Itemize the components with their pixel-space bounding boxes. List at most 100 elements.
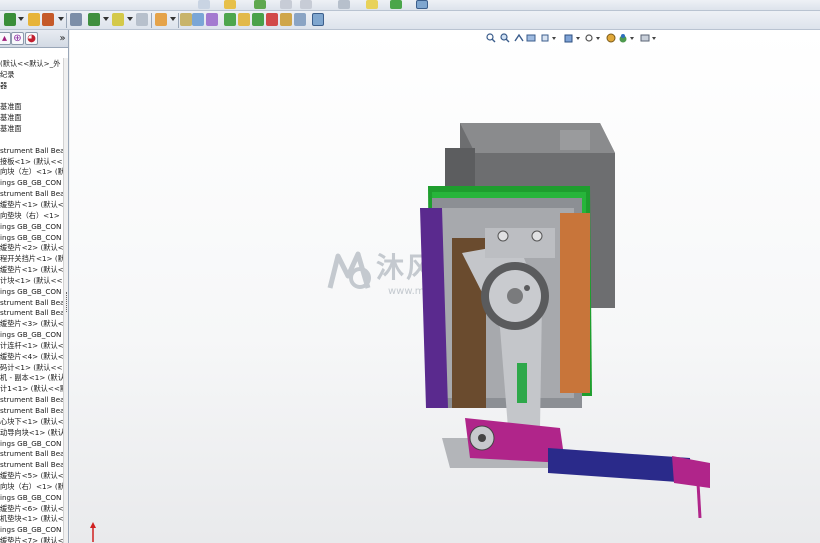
tree-item[interactable]: ings GB_GB_CON bbox=[0, 233, 64, 244]
tree-item[interactable]: 计1<1> (默认<<默 bbox=[0, 384, 64, 395]
exploded-view-icon[interactable] bbox=[252, 13, 264, 26]
toolbar-button-icon[interactable] bbox=[224, 0, 236, 9]
navy-sliding-lever[interactable] bbox=[548, 448, 692, 483]
tree-item[interactable]: strument Ball Bea bbox=[0, 146, 64, 157]
tree-item[interactable]: 向块（左）<1> (默 bbox=[0, 167, 64, 178]
tree-item[interactable]: 基准面 bbox=[0, 102, 64, 113]
top-clamp[interactable] bbox=[485, 228, 555, 258]
tree-item[interactable]: 计块<1> (默认<< bbox=[0, 276, 64, 287]
tree-item[interactable]: 机 - 副本<1> (默认 bbox=[0, 373, 64, 384]
tree-item[interactable]: 码计<1> (默认<< bbox=[0, 363, 64, 374]
assembly-features-icon[interactable] bbox=[192, 13, 204, 26]
chevron-down-icon[interactable] bbox=[552, 37, 556, 40]
smart-fasteners-icon[interactable] bbox=[136, 13, 148, 26]
tree-item[interactable]: 缓垫片<4> (默认< bbox=[0, 352, 64, 363]
chevron-down-icon[interactable] bbox=[58, 17, 64, 21]
tree-item[interactable]: 计连杆<1> (默认< bbox=[0, 341, 64, 352]
tree-item[interactable]: 向垫块（右）<1> bbox=[0, 211, 64, 222]
tree-item[interactable]: 接板<1> (默认<< bbox=[0, 157, 64, 168]
tree-item[interactable]: ings GB_GB_CON bbox=[0, 222, 64, 233]
tree-item[interactable] bbox=[0, 92, 64, 103]
move-component-icon[interactable] bbox=[155, 13, 167, 26]
graphics-viewport[interactable]: 沐风网 www.mfcad.com bbox=[70, 30, 820, 543]
tree-item[interactable]: ings GB_GB_CON bbox=[0, 439, 64, 450]
tree-item[interactable]: strument Ball Bea bbox=[0, 189, 64, 200]
toolbar-button-icon[interactable] bbox=[198, 0, 210, 9]
toolbar-button-icon[interactable] bbox=[366, 0, 378, 9]
magenta-lever-tip[interactable] bbox=[672, 456, 710, 488]
mate-icon[interactable] bbox=[112, 13, 124, 26]
green-switch-tab[interactable] bbox=[517, 363, 527, 403]
tree-item[interactable]: ings GB_GB_CON bbox=[0, 287, 64, 298]
tree-item[interactable]: ings GB_GB_CON bbox=[0, 178, 64, 189]
view-orientation-icon[interactable] bbox=[540, 33, 550, 43]
expand-panel-button[interactable]: » bbox=[57, 32, 68, 45]
chevron-down-icon[interactable] bbox=[652, 37, 656, 40]
interference-icon[interactable] bbox=[280, 13, 292, 26]
chevron-down-icon[interactable] bbox=[127, 17, 133, 21]
zoom-to-fit-icon[interactable] bbox=[486, 33, 496, 43]
tree-item[interactable]: strument Ball Bea bbox=[0, 460, 64, 471]
config-tab-icon[interactable]: ⊕ bbox=[11, 32, 24, 45]
tree-item[interactable]: 缓垫片<2> (默认< bbox=[0, 243, 64, 254]
tree-item[interactable] bbox=[0, 135, 64, 146]
tree-item[interactable]: 基准面 bbox=[0, 113, 64, 124]
tree-item[interactable]: ings GB_GB_CON bbox=[0, 525, 64, 536]
tree-item[interactable]: 程开关挡片<1> (默 bbox=[0, 254, 64, 265]
tree-item[interactable]: 缓垫片<7> (默认< bbox=[0, 536, 64, 543]
tree-item[interactable]: strument Ball Bea bbox=[0, 308, 64, 319]
tree-item[interactable]: 动导向块<1> (默认 bbox=[0, 428, 64, 439]
explode-line-icon[interactable] bbox=[266, 13, 278, 26]
tree-item[interactable]: strument Ball Bea bbox=[0, 406, 64, 417]
instant3d-icon[interactable] bbox=[312, 13, 324, 26]
toolbar-button-icon[interactable] bbox=[416, 0, 428, 9]
tree-item[interactable]: strument Ball Bea bbox=[0, 395, 64, 406]
tree-item[interactable]: 心块下<1> (默认< bbox=[0, 417, 64, 428]
toolbar-button-icon[interactable] bbox=[338, 0, 350, 9]
component-icon[interactable] bbox=[70, 13, 82, 26]
tree-item[interactable]: 器 bbox=[0, 81, 64, 92]
pulley-gear[interactable] bbox=[481, 262, 549, 330]
orange-side-plate[interactable] bbox=[560, 213, 590, 393]
hide-show-items-icon[interactable] bbox=[584, 33, 594, 43]
chevron-down-icon[interactable] bbox=[170, 17, 176, 21]
tree-item[interactable]: 基准面 bbox=[0, 124, 64, 135]
zoom-area-icon[interactable] bbox=[500, 33, 510, 43]
assembly-model[interactable] bbox=[410, 118, 710, 518]
chevron-down-icon[interactable] bbox=[596, 37, 600, 40]
apply-scene-icon[interactable] bbox=[618, 33, 628, 43]
display-tab-icon[interactable]: ◕ bbox=[25, 32, 38, 45]
bill-of-materials-icon[interactable] bbox=[238, 13, 250, 26]
toolbar-button-icon[interactable] bbox=[300, 0, 312, 9]
toolbar-button-icon[interactable] bbox=[254, 0, 266, 9]
options-icon[interactable] bbox=[42, 13, 54, 26]
chevron-down-icon[interactable] bbox=[630, 37, 634, 40]
tree-item[interactable]: 缓垫片<6> (默认< bbox=[0, 504, 64, 515]
edit-appearance-icon[interactable] bbox=[606, 33, 616, 43]
insert-component-icon[interactable] bbox=[88, 13, 100, 26]
chevron-down-icon[interactable] bbox=[103, 17, 109, 21]
panel-splitter-handle[interactable] bbox=[66, 292, 68, 312]
view-settings-icon[interactable] bbox=[640, 33, 650, 43]
chevron-down-icon[interactable] bbox=[576, 37, 580, 40]
section-view-icon[interactable] bbox=[526, 33, 536, 43]
tree-item[interactable]: ings GB_GB_CON bbox=[0, 330, 64, 341]
previous-view-icon[interactable] bbox=[514, 33, 524, 43]
tree-item[interactable]: 纪录 bbox=[0, 70, 64, 81]
tree-item[interactable]: strument Ball Bea bbox=[0, 298, 64, 309]
tree-item[interactable]: 缓垫片<1> (默认< bbox=[0, 200, 64, 211]
toolbar-button-icon[interactable] bbox=[390, 0, 402, 9]
tree-item[interactable]: 缓垫片<3> (默认< bbox=[0, 319, 64, 330]
tree-item[interactable]: strument Ball Bea bbox=[0, 449, 64, 460]
open-file-icon[interactable] bbox=[28, 13, 40, 26]
tree-item[interactable]: (默认<<默认>_外 bbox=[0, 59, 64, 70]
clearance-icon[interactable] bbox=[294, 13, 306, 26]
tree-item[interactable]: 缓垫片<1> (默认< bbox=[0, 265, 64, 276]
display-style-icon[interactable] bbox=[564, 33, 574, 43]
rebuild-icon[interactable] bbox=[4, 13, 16, 26]
new-motion-study-icon[interactable] bbox=[224, 13, 236, 26]
tree-item[interactable]: ings GB_GB_CON bbox=[0, 493, 64, 504]
feature-tree-tab-icon[interactable]: ▴ bbox=[0, 32, 11, 45]
chevron-down-icon[interactable] bbox=[18, 17, 24, 21]
tree-item[interactable]: 向块（右）<1> (默 bbox=[0, 482, 64, 493]
